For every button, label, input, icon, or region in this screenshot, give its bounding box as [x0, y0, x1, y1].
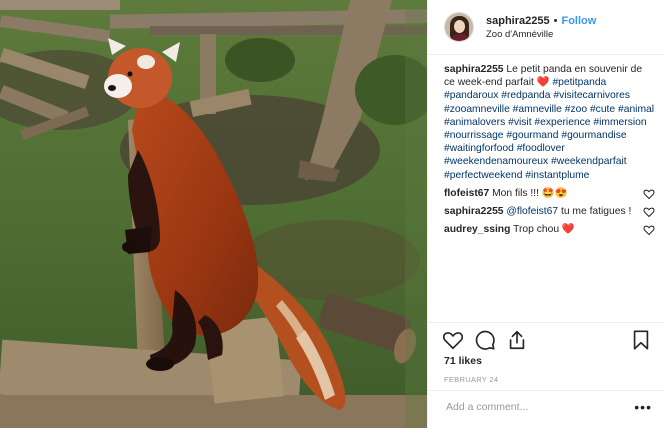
- comment-text: Trop chou ❤️: [513, 224, 575, 236]
- comment-text: Mon fils !!! 🤩😍: [492, 187, 568, 199]
- comment-heart-icon[interactable]: [643, 224, 655, 236]
- comment-username[interactable]: flofeist67: [444, 188, 489, 199]
- comment-icon[interactable]: [474, 329, 496, 351]
- add-comment-input[interactable]: [444, 400, 618, 414]
- comment-username[interactable]: audrey_ssing: [444, 224, 510, 235]
- comment-heart-icon[interactable]: [643, 188, 655, 200]
- comment-item: audrey_ssing Trop chou ❤️: [444, 223, 655, 236]
- caption-hashtags[interactable]: #petitpanda #pandaroux #redpanda #visite…: [444, 77, 654, 180]
- comment-text: tu me fatigues !: [558, 206, 632, 218]
- post-date: FEBRUARY 24: [444, 375, 499, 384]
- post-header: saphira2255 • Follow Zoo d'Amnéville: [428, 0, 665, 55]
- comment-username[interactable]: saphira2255: [444, 206, 504, 217]
- post-photo[interactable]: [0, 0, 427, 428]
- separator-dot: •: [553, 14, 558, 27]
- red-panda-photo: [0, 0, 427, 428]
- caption-username[interactable]: saphira2255: [444, 64, 504, 75]
- location-link[interactable]: Zoo d'Amnéville: [486, 29, 596, 40]
- comment-item: flofeist67 Mon fils !!! 🤩😍: [444, 187, 655, 200]
- avatar[interactable]: [444, 12, 474, 42]
- instagram-post: saphira2255 • Follow Zoo d'Amnéville sap…: [0, 0, 665, 428]
- follow-button[interactable]: Follow: [561, 15, 596, 27]
- heart-emoji: ❤️: [536, 77, 550, 89]
- share-icon[interactable]: [506, 329, 528, 351]
- comment-mention[interactable]: @flofeist67: [506, 206, 558, 217]
- bookmark-icon[interactable]: [630, 329, 652, 351]
- like-count[interactable]: 71 likes: [444, 355, 482, 367]
- comment-heart-icon[interactable]: [643, 206, 655, 218]
- comments-list: saphira2255 Le petit panda en souvenir d…: [428, 55, 665, 325]
- post-caption: saphira2255 Le petit panda en souvenir d…: [444, 63, 655, 182]
- author-username[interactable]: saphira2255: [486, 15, 550, 27]
- heart-icon[interactable]: [442, 329, 464, 351]
- more-options-button[interactable]: •••: [634, 400, 652, 414]
- comment-item: saphira2255 @flofeist67 tu me fatigues !: [444, 205, 655, 218]
- add-comment-bar: •••: [428, 390, 665, 428]
- post-sidebar: saphira2255 • Follow Zoo d'Amnéville sap…: [427, 0, 665, 428]
